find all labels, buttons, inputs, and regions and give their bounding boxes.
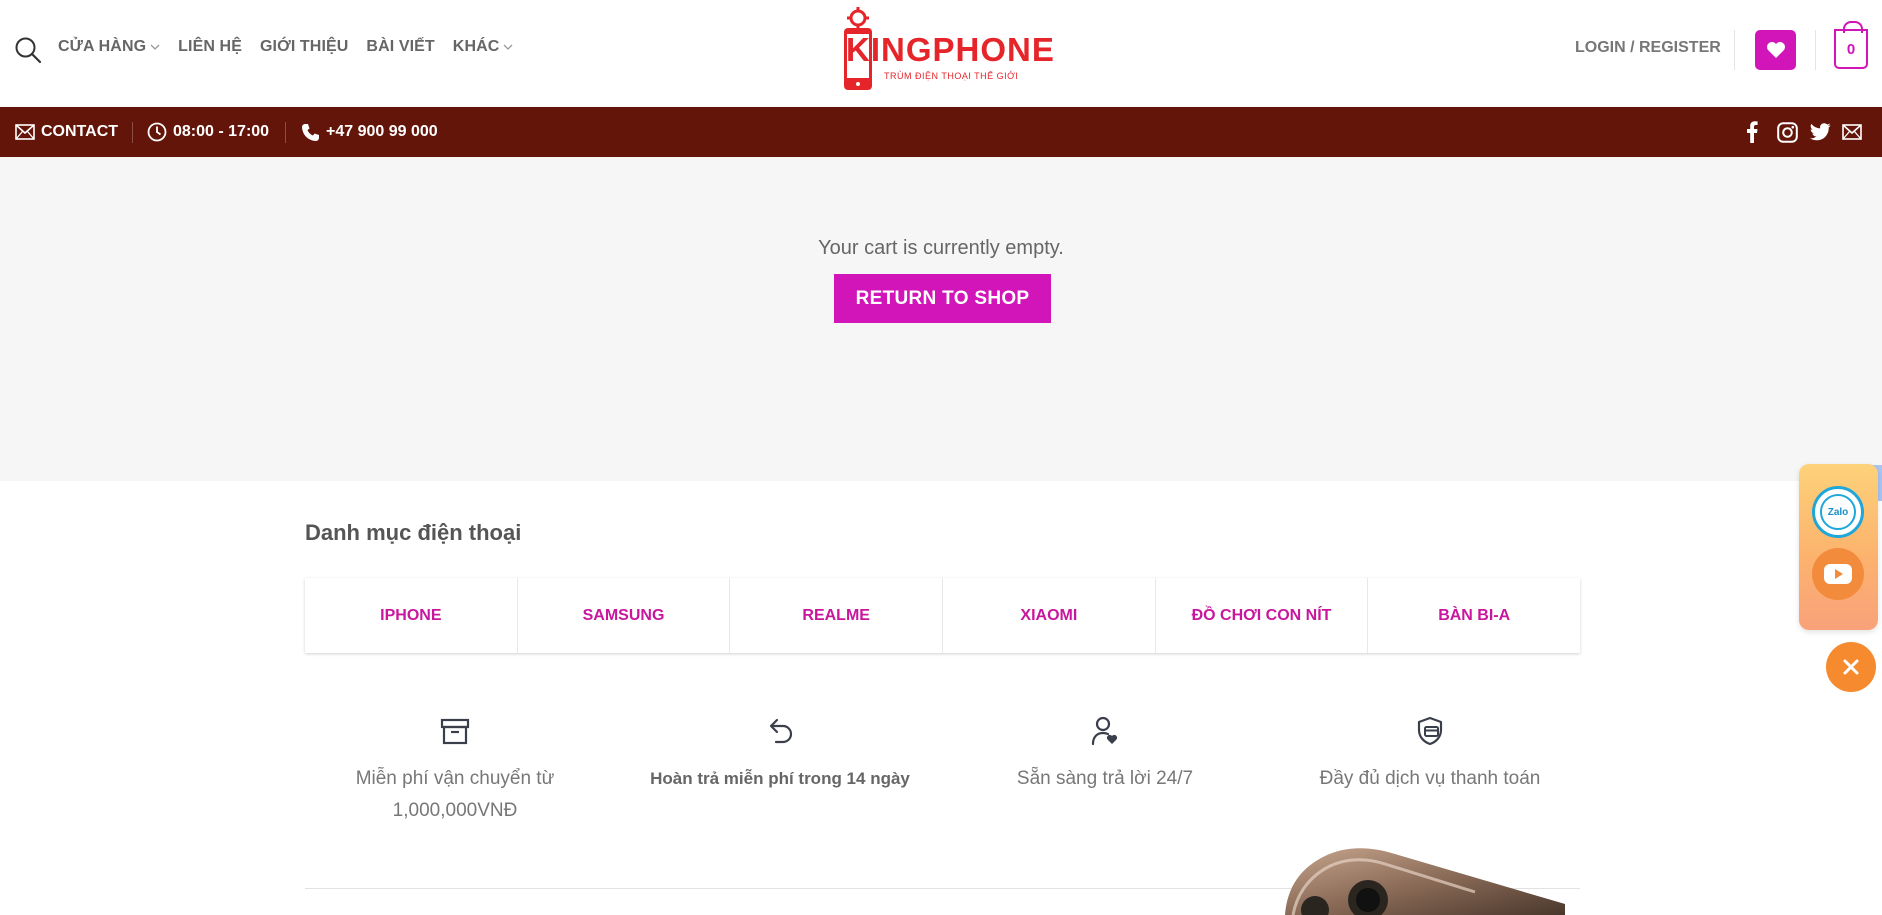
nav-item-label: KHÁC bbox=[452, 38, 500, 55]
category-billiard-table[interactable]: BÀN BI-A bbox=[1368, 578, 1580, 653]
phone-icon bbox=[302, 123, 319, 141]
nav-item-label: CỬA HÀNG bbox=[58, 38, 147, 55]
category-iphone[interactable]: IPHONE bbox=[305, 578, 518, 653]
feature-text: 1,000,000VNĐ bbox=[392, 800, 518, 821]
category-samsung[interactable]: SAMSUNG bbox=[518, 578, 731, 653]
topbar-divider bbox=[132, 122, 133, 143]
phone-product-image bbox=[1285, 848, 1565, 915]
zalo-label: Zalo bbox=[1827, 506, 1849, 518]
chevron-down-icon bbox=[503, 44, 513, 50]
chevron-down-icon bbox=[150, 44, 160, 50]
return-to-shop-button[interactable]: RETURN TO SHOP bbox=[834, 274, 1051, 323]
feature-text: Miễn phí vận chuyển từ bbox=[355, 768, 555, 789]
youtube-icon bbox=[1824, 564, 1852, 584]
shield-card-icon bbox=[1417, 716, 1443, 746]
return-arrow-icon bbox=[769, 718, 793, 744]
main-nav: CỬA HÀNG LIÊN HỆ GIỚI THIỆU BÀI VIẾT KHÁ… bbox=[58, 38, 531, 56]
archive-box-icon bbox=[440, 718, 470, 745]
floating-contact-panel: Zalo bbox=[1799, 464, 1878, 630]
feature-free-shipping: Miễn phí vận chuyển từ 1,000,000VNĐ bbox=[305, 715, 605, 827]
twitter-icon[interactable] bbox=[1809, 107, 1831, 157]
top-bar: CONTACT 08:00 - 17:00 +47 900 99 000 bbox=[0, 107, 1882, 157]
email-icon[interactable] bbox=[1842, 107, 1862, 157]
zalo-icon: Zalo bbox=[1820, 494, 1856, 530]
nav-item-label: GIỚI THIỆU bbox=[259, 38, 349, 55]
facebook-icon[interactable] bbox=[1746, 107, 1758, 157]
youtube-button[interactable] bbox=[1812, 548, 1864, 600]
hours-text: 08:00 - 17:00 bbox=[173, 123, 270, 140]
feature-text: Đầy đủ dịch vụ thanh toán bbox=[1319, 768, 1541, 789]
category-xiaomi[interactable]: XIAOMI bbox=[943, 578, 1156, 653]
user-heart-icon bbox=[1091, 716, 1118, 746]
feature-free-returns: Hoàn trả miễn phí trong 14 ngày bbox=[630, 715, 930, 795]
site-header: CỬA HÀNG LIÊN HỆ GIỚI THIỆU BÀI VIẾT KHÁ… bbox=[0, 0, 1882, 107]
cart-section: Your cart is currently empty. RETURN TO … bbox=[0, 157, 1882, 501]
cart-button[interactable]: 0 bbox=[1834, 21, 1868, 69]
nav-item-posts[interactable]: BÀI VIẾT bbox=[366, 38, 434, 56]
site-logo[interactable]: KINGPHONE TRÙM ĐIỆN THOẠI THẾ GIỚI bbox=[840, 4, 1055, 94]
clock-icon bbox=[147, 122, 167, 142]
nav-item-about[interactable]: GIỚI THIỆU bbox=[260, 38, 348, 56]
contact-label: CONTACT bbox=[41, 123, 119, 140]
category-kids-toys[interactable]: ĐỒ CHƠI CON NÍT bbox=[1156, 578, 1369, 653]
close-floating-button[interactable] bbox=[1826, 642, 1876, 692]
topbar-divider bbox=[285, 122, 286, 143]
login-register-link[interactable]: LOGIN / REGISTER bbox=[1575, 39, 1721, 57]
cart-count: 0 bbox=[1846, 40, 1856, 58]
search-icon[interactable] bbox=[14, 36, 42, 64]
nav-item-store[interactable]: CỬA HÀNG bbox=[58, 38, 160, 56]
wishlist-button[interactable] bbox=[1755, 30, 1796, 70]
heart-icon bbox=[1766, 42, 1785, 58]
category-grid: IPHONE SAMSUNG REALME XIAOMI ĐỒ CHƠI CON… bbox=[305, 578, 1580, 653]
category-section-title: Danh mục điện thoại bbox=[305, 520, 522, 545]
instagram-icon[interactable] bbox=[1777, 107, 1798, 157]
zalo-chat-button[interactable]: Zalo bbox=[1812, 486, 1864, 538]
nav-item-label: BÀI VIẾT bbox=[366, 38, 435, 55]
phone-number: +47 900 99 000 bbox=[326, 123, 438, 140]
category-realme[interactable]: REALME bbox=[730, 578, 944, 653]
contact-link[interactable]: CONTACT bbox=[15, 107, 118, 157]
header-divider bbox=[1815, 30, 1816, 70]
header-divider bbox=[1734, 30, 1735, 70]
feature-payment-services: Đầy đủ dịch vụ thanh toán bbox=[1280, 715, 1580, 795]
envelope-icon bbox=[15, 124, 35, 140]
nav-item-other[interactable]: KHÁC bbox=[453, 38, 514, 56]
empty-cart-message: Your cart is currently empty. bbox=[818, 237, 1064, 259]
logo-tagline: TRÙM ĐIỆN THOẠI THẾ GIỚI bbox=[884, 71, 1018, 81]
nav-item-label: LIÊN HỆ bbox=[178, 38, 242, 55]
feature-support-24-7: Sẵn sàng trả lời 24/7 bbox=[955, 715, 1255, 795]
business-hours: 08:00 - 17:00 bbox=[147, 107, 269, 157]
phone-link[interactable]: +47 900 99 000 bbox=[301, 107, 438, 157]
logo-wordmark: KINGPHONE bbox=[846, 31, 1055, 68]
feature-text: Hoàn trả miễn phí trong 14 ngày bbox=[650, 769, 910, 788]
close-icon bbox=[1843, 659, 1859, 675]
feature-text: Sẵn sàng trả lời 24/7 bbox=[1016, 768, 1194, 789]
nav-item-contact[interactable]: LIÊN HỆ bbox=[178, 38, 242, 56]
